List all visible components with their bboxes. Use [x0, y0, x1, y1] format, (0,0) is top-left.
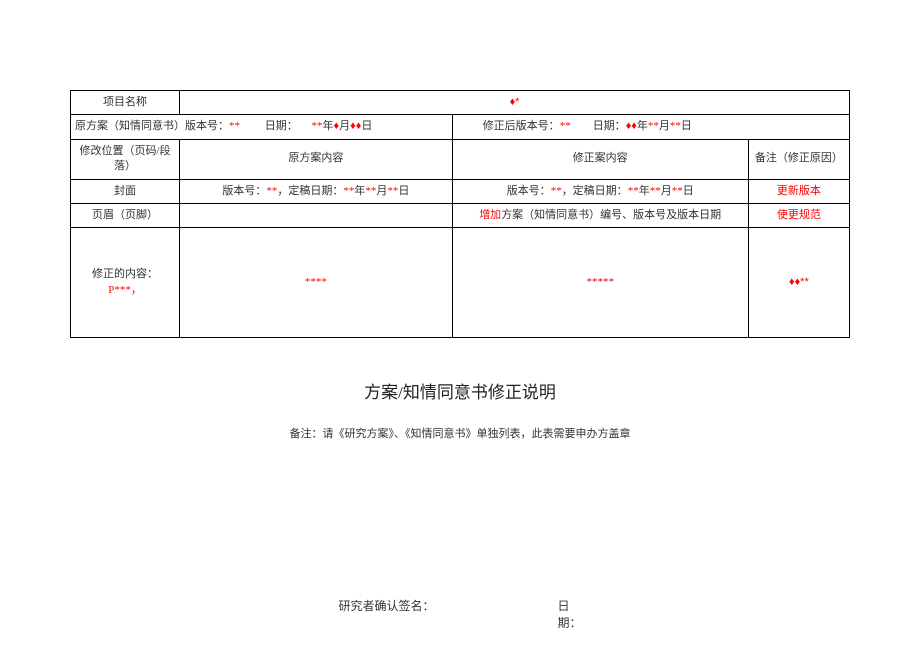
- t3: ，定稿日期：: [277, 185, 343, 197]
- cell-hf-orig: [180, 203, 453, 227]
- page-note: 备注：请《研究方案》、《知情同意书》单独列表，此表需要申办方盖章: [70, 425, 850, 441]
- rev-version-val: **: [560, 120, 571, 132]
- hdr-location: 修改位置（页码/段落）: [71, 139, 180, 179]
- u8: **: [672, 185, 683, 197]
- revision-table: 项目名称 ♦* 原方案（知情同意书）版本号：** 日期： **年♦月♦♦日 修正…: [70, 90, 850, 338]
- t7: 月: [376, 185, 387, 197]
- t8: **: [387, 185, 398, 197]
- txt-year2: 年: [637, 120, 648, 132]
- u7: 月: [661, 185, 672, 197]
- cell-rev-version: 修正后版本号：** 日期：♦♦年**月**日: [452, 115, 849, 139]
- txt-month2: 月: [659, 120, 670, 132]
- u6: **: [650, 185, 661, 197]
- hdr-revised: 修正案内容: [452, 139, 748, 179]
- u9: 日: [683, 185, 694, 197]
- rev-month-val: **: [648, 120, 659, 132]
- cell-orig-version: 原方案（知情同意书）版本号：** 日期： **年♦月♦♦日: [71, 115, 453, 139]
- row-header-footer: 页眉（页脚） 增加方案（知情同意书）编号、版本号及版本日期 使更规范: [71, 203, 850, 227]
- txt-year: 年: [323, 120, 334, 132]
- orig-year-val: **: [312, 120, 323, 132]
- rev-day-val: **: [670, 120, 681, 132]
- row-versions: 原方案（知情同意书）版本号：** 日期： **年♦月♦♦日 修正后版本号：** …: [71, 115, 850, 139]
- t6: **: [365, 185, 376, 197]
- date-label: 日 期：: [558, 597, 582, 631]
- hf-rest: 方案（知情同意书）编号、版本号及版本日期: [501, 209, 721, 221]
- u4: **: [628, 185, 639, 197]
- t5: 年: [354, 185, 365, 197]
- diamond-icon-2: ♦♦: [350, 120, 361, 132]
- t2: **: [266, 185, 277, 197]
- date-line2: 期：: [558, 616, 582, 630]
- label-project-name: 项目名称: [71, 91, 180, 115]
- value-project-name: ♦*: [180, 91, 850, 115]
- cell-content-loc: 修正的内容： P***，: [71, 228, 180, 338]
- txt-month: 月: [339, 120, 350, 132]
- page-title: 方案/知情同意书修正说明: [70, 378, 850, 403]
- txt-day: 日: [361, 120, 372, 132]
- row-project-name: 项目名称 ♦*: [71, 91, 850, 115]
- row-cover: 封面 版本号：**，定稿日期：**年**月**日 版本号：**，定稿日期：**年…: [71, 179, 850, 203]
- label-rev-version: 修正后版本号：: [483, 120, 560, 132]
- cell-cover-rev: 版本号：**，定稿日期：**年**月**日: [452, 179, 748, 203]
- cell-cover-note: 更新版本: [748, 179, 849, 203]
- diamond-icon-3: ♦♦: [626, 120, 637, 132]
- u1: 版本号：: [507, 185, 551, 197]
- hdr-original: 原方案内容: [180, 139, 453, 179]
- label-rev-date: 日期：: [593, 120, 626, 132]
- date-line1: 日: [558, 599, 570, 613]
- txt-day2: 日: [681, 120, 692, 132]
- label-orig-date: 日期：: [265, 120, 298, 132]
- content-comma: ，: [131, 284, 142, 296]
- row-headers: 修改位置（页码/段落） 原方案内容 修正案内容 备注（修正原因）: [71, 139, 850, 179]
- diamond-note-icon: ♦♦**: [789, 276, 809, 288]
- cell-cover-loc: 封面: [71, 179, 180, 203]
- content-label: 修正的内容：: [92, 268, 158, 280]
- row-content: 修正的内容： P***， **** ***** ♦♦**: [71, 228, 850, 338]
- u2: **: [551, 185, 562, 197]
- t4: **: [343, 185, 354, 197]
- u3: ，定稿日期：: [562, 185, 628, 197]
- cell-hf-rev: 增加方案（知情同意书）编号、版本号及版本日期: [452, 203, 748, 227]
- label-orig-version: 原方案（知情同意书）版本号：: [75, 120, 229, 132]
- cell-content-rev: *****: [452, 228, 748, 338]
- signature-label: 研究者确认签名：: [338, 597, 434, 614]
- orig-version-val: **: [229, 120, 240, 132]
- document-page: 项目名称 ♦* 原方案（知情同意书）版本号：** 日期： **年♦月♦♦日 修正…: [0, 0, 920, 441]
- cell-hf-loc: 页眉（页脚）: [71, 203, 180, 227]
- t9: 日: [398, 185, 409, 197]
- cell-content-note: ♦♦**: [748, 228, 849, 338]
- content-page: P***: [108, 284, 131, 296]
- diamond-star-icon: ♦*: [510, 96, 520, 108]
- cell-content-orig: ****: [180, 228, 453, 338]
- u5: 年: [639, 185, 650, 197]
- hdr-remark: 备注（修正原因）: [748, 139, 849, 179]
- cell-hf-note: 使更规范: [748, 203, 849, 227]
- footer: 研究者确认签名： 日 期：: [0, 597, 920, 631]
- t1: 版本号：: [222, 185, 266, 197]
- cell-cover-orig: 版本号：**，定稿日期：**年**月**日: [180, 179, 453, 203]
- hf-add: 增加: [479, 209, 501, 221]
